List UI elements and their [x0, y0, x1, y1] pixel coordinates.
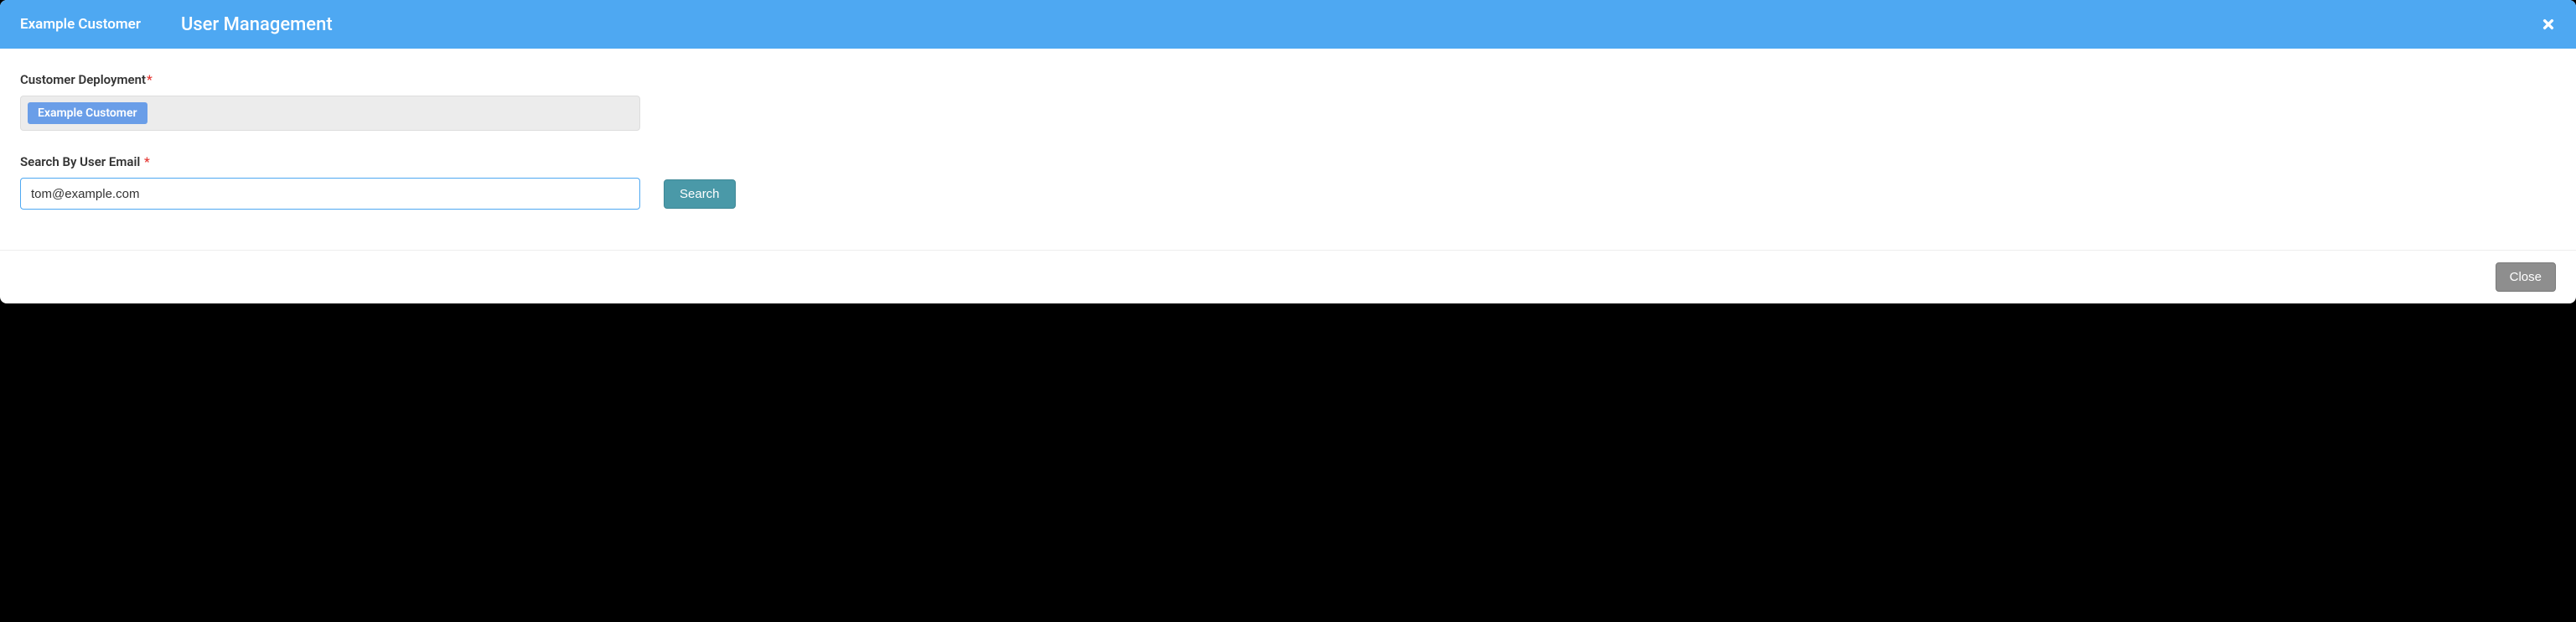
email-search-group: Search By User Email * Search [20, 154, 2556, 210]
email-search-label-text: Search By User Email [20, 154, 140, 169]
close-button[interactable]: Close [2496, 262, 2556, 292]
deployment-group: Customer Deployment* Example Customer [20, 72, 2556, 131]
deployment-label: Customer Deployment* [20, 72, 2556, 87]
modal-body: Customer Deployment* Example Customer Se… [0, 49, 2576, 250]
deployment-chip[interactable]: Example Customer [28, 102, 147, 124]
deployment-select[interactable]: Example Customer [20, 96, 640, 131]
modal-title: User Management [181, 14, 333, 35]
search-row: Search [20, 178, 2556, 210]
close-icon[interactable] [2539, 15, 2558, 34]
header-customer-name: Example Customer [20, 16, 141, 33]
modal-header: Example Customer User Management [0, 0, 2576, 49]
deployment-label-text: Customer Deployment [20, 72, 146, 87]
search-button[interactable]: Search [664, 179, 736, 209]
email-search-label: Search By User Email * [20, 154, 2556, 169]
required-indicator: * [144, 154, 150, 169]
user-management-modal: Example Customer User Management Custome… [0, 0, 2576, 303]
modal-footer: Close [0, 250, 2576, 303]
email-input[interactable] [20, 178, 640, 210]
required-indicator: * [147, 72, 153, 87]
